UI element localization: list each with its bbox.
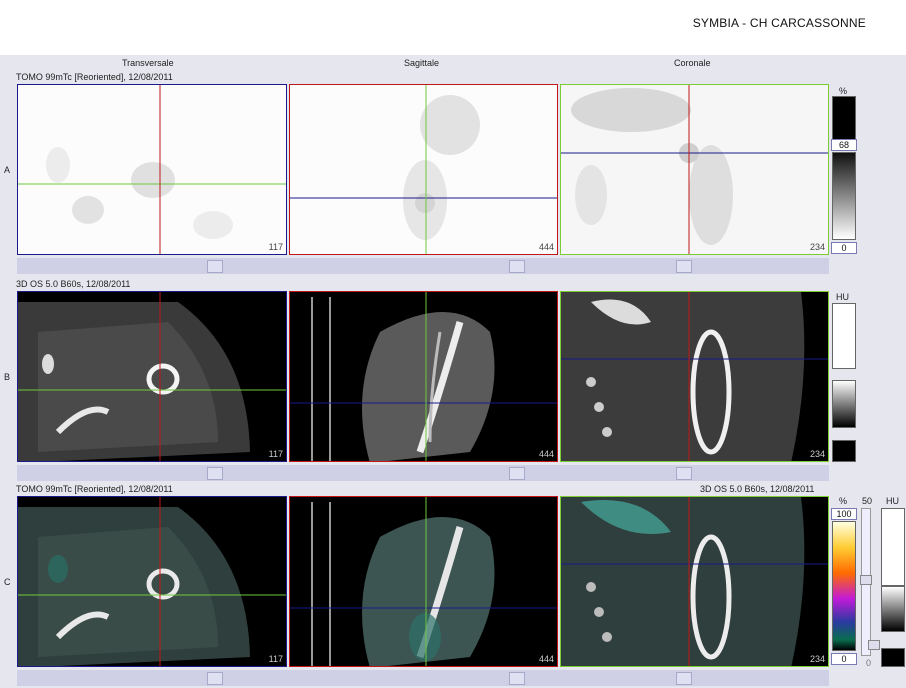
row-a-slice-scrollbar[interactable]: [17, 258, 829, 274]
scale-a-grayscale-bar[interactable]: [832, 152, 856, 240]
slice-number: 117: [268, 242, 283, 252]
row-c-label: C: [4, 577, 11, 587]
row-b-label: B: [4, 372, 11, 382]
scroll-thumb-sagittale[interactable]: [509, 467, 525, 480]
row-a-label: A: [4, 165, 11, 175]
hospital-name: SYMBIA - CH CARCASSONNE: [692, 16, 866, 30]
scroll-thumb-transversale[interactable]: [207, 672, 223, 685]
scale-a-unit: %: [839, 86, 848, 96]
scale-c-left-unit: %: [839, 496, 848, 506]
row-c-series-title: TOMO 99mTc [Reoriented], 12/08/2011: [16, 484, 173, 494]
row-a-transversale-view[interactable]: 117: [17, 84, 287, 255]
slice-number: 234: [809, 654, 825, 664]
scroll-thumb-transversale[interactable]: [207, 260, 223, 273]
column-title-coronale: Coronale: [674, 58, 711, 68]
slice-number: 234: [809, 242, 825, 252]
row-c-secondary-series-title: 3D OS 5.0 B60s, 12/08/2011: [700, 484, 815, 494]
row-c-slice-scrollbar[interactable]: [17, 670, 829, 686]
scroll-thumb-sagittale[interactable]: [509, 672, 525, 685]
scale-a-max[interactable]: 68: [831, 139, 857, 151]
fusion-blend-knob-secondary[interactable]: [868, 640, 880, 650]
slice-number: 117: [268, 654, 283, 664]
slice-number: 444: [538, 449, 554, 459]
slice-number: 444: [538, 654, 554, 664]
scale-c-max[interactable]: 100: [831, 508, 857, 520]
scale-a-top-band: [832, 96, 856, 142]
row-b-series-title: 3D OS 5.0 B60s, 12/08/2011: [16, 279, 131, 289]
row-b-slice-scrollbar[interactable]: [17, 465, 829, 481]
row-c-sagittale-fusion-view[interactable]: 444: [289, 496, 558, 667]
scroll-thumb-coronale[interactable]: [676, 260, 692, 273]
row-b-transversale-view[interactable]: 117: [17, 291, 287, 462]
scroll-thumb-sagittale[interactable]: [509, 260, 525, 273]
scale-c-min[interactable]: 0: [831, 653, 857, 665]
scroll-thumb-coronale[interactable]: [676, 467, 692, 480]
row-b-coronale-view[interactable]: 234: [560, 291, 829, 462]
scale-b-unit: HU: [836, 292, 849, 302]
scale-c-ct-top-band: [881, 508, 905, 586]
fusion-blend-knob[interactable]: [860, 575, 872, 585]
slice-number: 444: [538, 242, 554, 252]
title-bar: SYMBIA - CH CARCASSONNE: [0, 0, 906, 55]
scale-c-blend-value: 50: [862, 496, 873, 506]
column-title-sagittale: Sagittale: [404, 58, 440, 68]
row-c-transversale-fusion-view[interactable]: 117: [17, 496, 287, 667]
scale-c-ct-bottom-band: [881, 648, 905, 667]
column-title-transversale: Transversale: [122, 58, 174, 68]
row-a-series-title: TOMO 99mTc [Reoriented], 12/08/2011: [16, 72, 173, 82]
scroll-thumb-coronale[interactable]: [676, 672, 692, 685]
scale-c-pet-color-bar[interactable]: [832, 521, 856, 651]
scale-b-grayscale-bar[interactable]: [832, 380, 856, 428]
scale-b-top-band: [832, 303, 856, 369]
row-c-coronale-fusion-view[interactable]: 234: [560, 496, 829, 667]
scale-c-blend-min: 0: [866, 658, 872, 668]
row-a-sagittale-view[interactable]: 444: [289, 84, 558, 255]
scale-b-bottom-band: [832, 440, 856, 462]
row-b-sagittale-view[interactable]: 444: [289, 291, 558, 462]
scale-c-right-unit: HU: [886, 496, 899, 506]
row-a-coronale-view[interactable]: 234: [560, 84, 829, 255]
scale-a-min[interactable]: 0: [831, 242, 857, 254]
slice-number: 117: [268, 449, 283, 459]
scale-c-ct-grayscale-bar[interactable]: [881, 586, 905, 632]
slice-number: 234: [809, 449, 825, 459]
scroll-thumb-transversale[interactable]: [207, 467, 223, 480]
